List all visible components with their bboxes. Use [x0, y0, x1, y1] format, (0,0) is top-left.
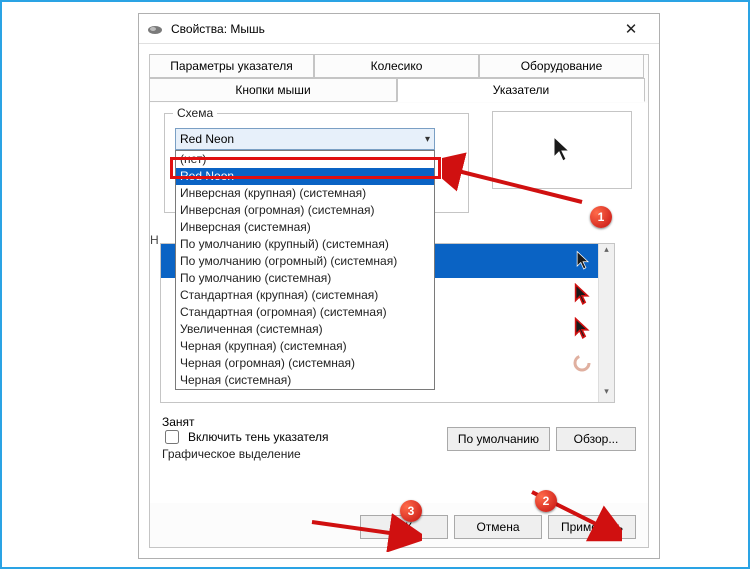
dialog-client: Параметры указателя Колесико Оборудовани… [149, 54, 649, 548]
pointer-shadow-label: Включить тень указателя [188, 430, 329, 444]
scheme-option[interactable]: Стандартная (крупная) (системная) [176, 287, 434, 304]
scheme-combo-value: Red Neon [180, 132, 425, 146]
tab-pointer-options[interactable]: Параметры указателя [149, 54, 314, 78]
scheme-option[interactable]: По умолчанию (крупный) (системная) [176, 236, 434, 253]
tab-pointers[interactable]: Указатели [397, 78, 645, 102]
pointer-shadow-row: Включить тень указателя [161, 427, 329, 447]
tab-pointers-body: Схема Red Neon ▾ (нет) Red Neon Инверсна… [150, 103, 648, 503]
annotation-badge-2: 2 [535, 490, 557, 512]
close-button[interactable]: ✕ [611, 20, 651, 38]
arrow-cursor-icon [550, 135, 574, 165]
scheme-option[interactable]: Инверсная (системная) [176, 219, 434, 236]
scheme-option[interactable]: Черная (крупная) (системная) [176, 338, 434, 355]
scheme-option-selected[interactable]: Red Neon [176, 168, 434, 185]
chevron-down-icon: ▾ [425, 134, 430, 145]
scheme-option[interactable]: Инверсная (огромная) (системная) [176, 202, 434, 219]
label-graphic-select: Графическое выделение [162, 447, 301, 461]
annotation-badge-1: 1 [590, 206, 612, 228]
scheme-option[interactable]: По умолчанию (системная) [176, 270, 434, 287]
scheme-option[interactable]: Увеличенная (системная) [176, 321, 434, 338]
pointer-shadow-checkbox[interactable] [165, 430, 179, 444]
busy-spinner-icon [572, 353, 592, 373]
mouse-icon [147, 24, 163, 34]
scroll-down-icon[interactable]: ▾ [599, 386, 614, 402]
annotation-badge-3: 3 [400, 500, 422, 522]
cursor-preview [492, 111, 632, 189]
defaults-button[interactable]: По умолчанию [447, 427, 550, 451]
scheme-action-buttons: По умолчанию Обзор... [447, 427, 636, 451]
browse-button[interactable]: Обзор... [556, 427, 636, 451]
tab-wheel[interactable]: Колесико [314, 54, 479, 78]
cursor-list-scrollbar[interactable]: ▴ ▾ [598, 244, 614, 402]
window-title: Свойства: Мышь [171, 22, 611, 36]
arrow-red-cursor-icon [572, 317, 592, 341]
scheme-option[interactable]: По умолчанию (огромный) (системная) [176, 253, 434, 270]
scheme-option[interactable]: (нет) [176, 151, 434, 168]
cancel-button[interactable]: Отмена [454, 515, 542, 539]
scheme-option[interactable]: Стандартная (огромная) (системная) [176, 304, 434, 321]
scheme-legend: Схема [173, 106, 217, 120]
scroll-up-icon[interactable]: ▴ [599, 244, 614, 260]
tab-strip: Параметры указателя Колесико Оборудовани… [149, 54, 647, 102]
scheme-option[interactable]: Инверсная (крупная) (системная) [176, 185, 434, 202]
arrow-cursor-icon [574, 250, 592, 272]
dialog-footer: ОК Отмена Применить [150, 515, 648, 539]
tab-hardware[interactable]: Оборудование [479, 54, 644, 78]
scheme-option[interactable]: Черная (огромная) (системная) [176, 355, 434, 372]
hidden-label-n: Н [150, 233, 159, 247]
titlebar: Свойства: Мышь ✕ [139, 14, 659, 44]
mouse-properties-window: Свойства: Мышь ✕ Параметры указателя Кол… [138, 13, 660, 559]
arrow-red-cursor-icon [572, 283, 592, 307]
scheme-option[interactable]: Черная (системная) [176, 372, 434, 389]
scheme-dropdown[interactable]: (нет) Red Neon Инверсная (крупная) (сист… [175, 150, 435, 390]
apply-button[interactable]: Применить [548, 515, 636, 539]
scheme-group: Схема Red Neon ▾ (нет) Red Neon Инверсна… [164, 113, 469, 213]
scheme-combo[interactable]: Red Neon ▾ [175, 128, 435, 150]
tab-buttons[interactable]: Кнопки мыши [149, 78, 397, 102]
screenshot-frame: Свойства: Мышь ✕ Параметры указателя Кол… [0, 0, 750, 569]
